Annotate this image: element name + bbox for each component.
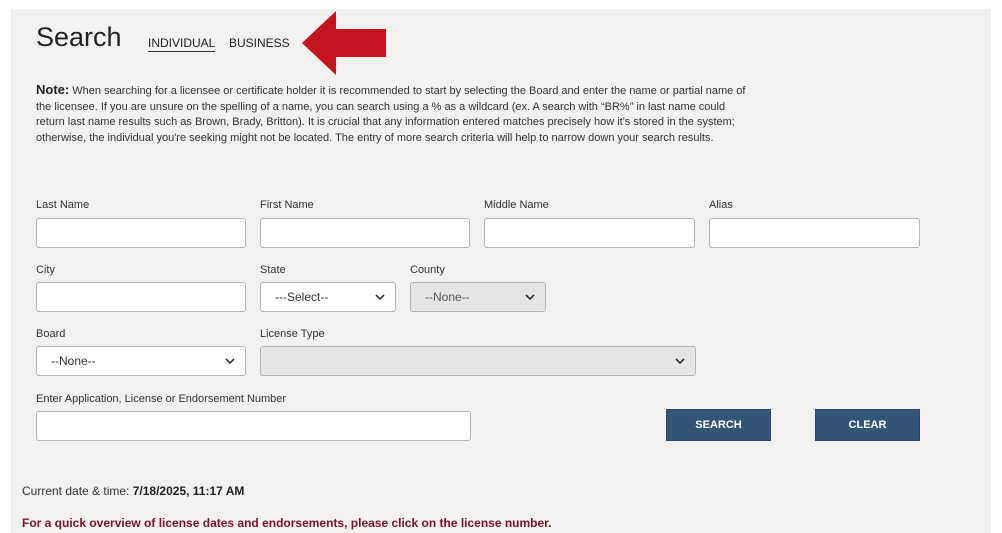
current-datetime: Current date & time: 7/18/2025, 11:17 AM — [22, 484, 244, 498]
chevron-down-icon — [525, 294, 535, 301]
search-button[interactable]: SEARCH — [666, 409, 771, 441]
datetime-value: 7/18/2025, 11:17 AM — [132, 484, 245, 498]
clear-button[interactable]: CLEAR — [815, 409, 920, 441]
state-label: State — [260, 264, 286, 276]
note-label: Note: — [36, 82, 70, 97]
middle-name-input[interactable] — [484, 218, 695, 248]
middle-name-label: Middle Name — [484, 199, 549, 211]
license-type-select[interactable] — [260, 346, 696, 376]
first-name-label: First Name — [260, 199, 314, 211]
number-label: Enter Application, License or Endorsemen… — [36, 393, 287, 405]
license-number-input[interactable] — [36, 411, 471, 441]
tab-business[interactable]: BUSINESS — [229, 36, 290, 50]
datetime-label: Current date & time: — [22, 484, 130, 498]
county-label: County — [410, 264, 445, 276]
license-overview-hint: For a quick overview of license dates an… — [22, 516, 552, 530]
county-select-value: --None-- — [425, 290, 470, 304]
chevron-down-icon — [375, 294, 385, 301]
search-note: Note: When searching for a licensee or c… — [36, 82, 748, 146]
state-select-value: ---Select-- — [275, 290, 329, 304]
alias-label: Alias — [709, 199, 733, 211]
board-select-value: --None-- — [51, 354, 96, 368]
county-select[interactable]: --None-- — [410, 282, 546, 312]
chevron-down-icon — [675, 358, 685, 365]
state-select[interactable]: ---Select-- — [260, 282, 396, 312]
board-select[interactable]: --None-- — [36, 346, 246, 376]
last-name-label: Last Name — [36, 199, 90, 211]
license-type-label: License Type — [260, 328, 325, 340]
alias-input[interactable] — [709, 218, 920, 248]
city-input[interactable] — [36, 282, 246, 312]
city-label: City — [36, 264, 55, 276]
note-text: When searching for a licensee or certifi… — [36, 85, 746, 144]
chevron-down-icon — [225, 358, 235, 365]
first-name-input[interactable] — [260, 218, 470, 248]
page-title: Search — [36, 22, 122, 52]
tab-individual[interactable]: INDIVIDUAL — [148, 36, 216, 52]
arrow-icon — [302, 11, 386, 75]
last-name-input[interactable] — [36, 218, 246, 248]
board-label: Board — [36, 328, 66, 340]
